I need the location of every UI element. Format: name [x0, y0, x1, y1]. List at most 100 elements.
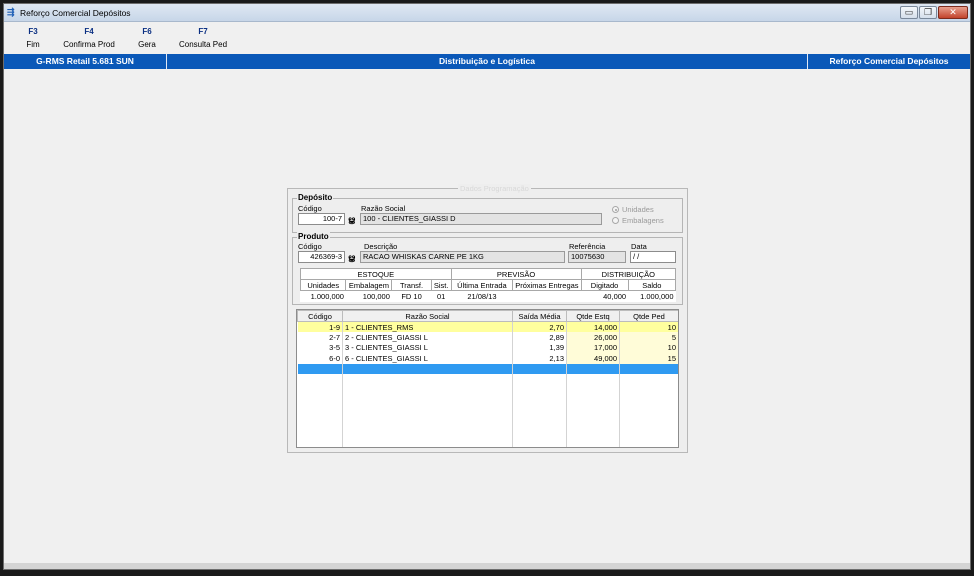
- empty-cell: [619, 416, 678, 427]
- fkey-label: Gera: [138, 40, 156, 49]
- empty-cell: [619, 426, 678, 437]
- empty-cell: [567, 448, 620, 449]
- produto-descricao-label: Descrição: [364, 242, 398, 251]
- status-bar: G-RMS Retail 5.681 SUN Distribuição e Lo…: [4, 54, 970, 69]
- row-qtde-estq: 26,000: [566, 332, 620, 343]
- minimize-button[interactable]: ▭: [900, 6, 918, 19]
- restore-button[interactable]: ❐: [919, 6, 937, 19]
- close-button[interactable]: ✕: [938, 6, 968, 19]
- stock-header-cell: Digitado: [580, 279, 629, 291]
- produto-codigo-input[interactable]: 426369-3: [298, 251, 345, 263]
- produto-codigo-label: Código: [298, 242, 322, 251]
- empty-cell: [512, 384, 567, 395]
- empty-cell: [342, 426, 513, 437]
- table-row[interactable]: 6-0 6 - CLIENTES_GIASSI L 2,13 49,000 15: [297, 353, 678, 364]
- table-row-empty[interactable]: [298, 448, 679, 449]
- stock-header-cell: Transf.: [391, 279, 432, 291]
- empty-cell: [619, 384, 678, 395]
- row-qtde-ped-input[interactable]: 5: [619, 332, 678, 343]
- radio-unidades-dot: [612, 206, 619, 213]
- table-row[interactable]: 3-5 3 - CLIENTES_GIASSI L 1,39 17,000 10: [297, 342, 678, 353]
- table-row-empty[interactable]: [297, 426, 678, 437]
- radio-unidades[interactable]: Unidades: [612, 205, 654, 214]
- row-razao-social: 2 - CLIENTES_GIASSI L: [342, 332, 513, 343]
- programming-panel: Dados Programação Depósito Código 100-7 …: [287, 184, 688, 453]
- grid-column-header[interactable]: Qtde Estq: [566, 310, 620, 322]
- stock-value-unidades: 1.000,000: [310, 291, 344, 301]
- empty-cell: [619, 395, 678, 406]
- grid-column-header[interactable]: Código: [297, 310, 343, 322]
- row-saida-media: 1,39: [512, 342, 567, 353]
- empty-cell: [512, 437, 567, 447]
- row-saida-media: 2,89: [512, 332, 567, 343]
- app-window: ⇶ Reforço Comercial Depósitos ▭ ❐ ✕ F3 F…: [3, 3, 971, 570]
- table-row-selected-empty[interactable]: [297, 363, 678, 374]
- empty-cell: [619, 437, 678, 447]
- fkey-f3-button[interactable]: F3 Fim: [22, 27, 44, 49]
- row-saida-media: 2,70: [512, 321, 567, 332]
- table-row[interactable]: 2-7 2 - CLIENTES_GIASSI L 2,89 26,000 5: [297, 332, 678, 343]
- empty-cell: [297, 363, 343, 374]
- title-bar: ⇶ Reforço Comercial Depósitos ▭ ❐ ✕: [4, 4, 970, 22]
- empty-cell: [619, 374, 678, 385]
- table-row-empty[interactable]: [297, 384, 678, 395]
- distribution-grid[interactable]: Código Razão Social Saída Média Qtde Est…: [296, 309, 679, 448]
- table-row-empty[interactable]: [297, 437, 678, 447]
- row-codigo: 6-0: [297, 353, 343, 364]
- empty-cell: [619, 405, 678, 416]
- deposito-codigo-input[interactable]: 100-7: [298, 213, 345, 225]
- stock-group-distribuicao: DISTRIBUIÇÃO: [580, 268, 677, 280]
- empty-cell: [342, 405, 513, 416]
- deposito-group-label: Depósito: [297, 193, 334, 202]
- produto-group-label: Produto: [297, 232, 330, 241]
- empty-cell: [512, 374, 567, 385]
- empty-cell: [512, 363, 567, 374]
- row-qtde-estq: 14,000: [566, 321, 620, 332]
- empty-cell: [342, 395, 513, 406]
- window-title: Reforço Comercial Depósitos: [20, 8, 131, 18]
- grid-column-header[interactable]: Qtde Ped: [619, 310, 678, 322]
- radio-embalagens-dot: [612, 217, 619, 224]
- stock-header-cell: Próximas Entregas: [512, 279, 582, 291]
- stock-value-transf: FD 10: [401, 291, 422, 301]
- empty-cell: [297, 426, 343, 437]
- table-row[interactable]: 1-9 1 - CLIENTES_RMS 2,70 14,000 10: [297, 321, 678, 332]
- empty-cell: [342, 374, 513, 385]
- row-qtde-ped-input[interactable]: 15: [619, 353, 678, 364]
- stock-value-digitado: 40,000: [603, 291, 627, 301]
- deposito-lookup-binoculars-icon[interactable]: ൠ: [346, 214, 357, 225]
- table-row-empty[interactable]: [297, 395, 678, 406]
- stock-value-ultima-entrada: 21/08/13: [467, 291, 497, 301]
- stock-header-cell: Saldo: [627, 279, 677, 291]
- fkey-f7-button[interactable]: F7 Consulta Ped: [177, 27, 229, 49]
- radio-embalagens[interactable]: Embalagens: [612, 216, 664, 225]
- fkey-key: F7: [198, 27, 208, 36]
- stock-value-sist: 01: [436, 291, 446, 301]
- radio-unidades-label: Unidades: [622, 205, 654, 214]
- produto-descricao-field: RACAO WHISKAS CARNE PE 1KG: [360, 251, 565, 263]
- row-qtde-ped-input[interactable]: 10: [619, 321, 678, 332]
- fkey-f4-button[interactable]: F4 Confirma Prod: [60, 27, 118, 49]
- stock-value-row: 1.000,000 100,000 FD 10 01 21/08/13 40,0…: [301, 291, 676, 302]
- empty-cell: [619, 363, 678, 374]
- fkey-f6-button[interactable]: F6 Gera: [135, 27, 159, 49]
- table-row-empty[interactable]: [297, 416, 678, 427]
- status-system-version: G-RMS Retail 5.681 SUN: [36, 56, 134, 66]
- radio-embalagens-label: Embalagens: [622, 216, 664, 225]
- row-saida-media: 2,13: [512, 353, 567, 364]
- stock-value-proximas-entregas: [513, 291, 581, 302]
- produto-referencia-label: Referência: [569, 242, 606, 251]
- produto-data-input[interactable]: / /: [630, 251, 676, 263]
- empty-cell: [297, 416, 343, 427]
- stock-value-saldo: 1.000,000: [640, 291, 674, 301]
- deposito-codigo-label: Código: [298, 204, 322, 213]
- row-qtde-ped-input[interactable]: 10: [619, 342, 678, 353]
- produto-lookup-binoculars-icon[interactable]: ൠ: [346, 252, 357, 263]
- grid-column-header[interactable]: Razão Social: [342, 310, 513, 322]
- empty-cell: [566, 395, 620, 406]
- empty-cell: [342, 384, 513, 395]
- grid-column-header[interactable]: Saída Média: [512, 310, 567, 322]
- table-row-empty[interactable]: [297, 374, 678, 385]
- table-row-empty[interactable]: [297, 405, 678, 416]
- empty-cell: [566, 416, 620, 427]
